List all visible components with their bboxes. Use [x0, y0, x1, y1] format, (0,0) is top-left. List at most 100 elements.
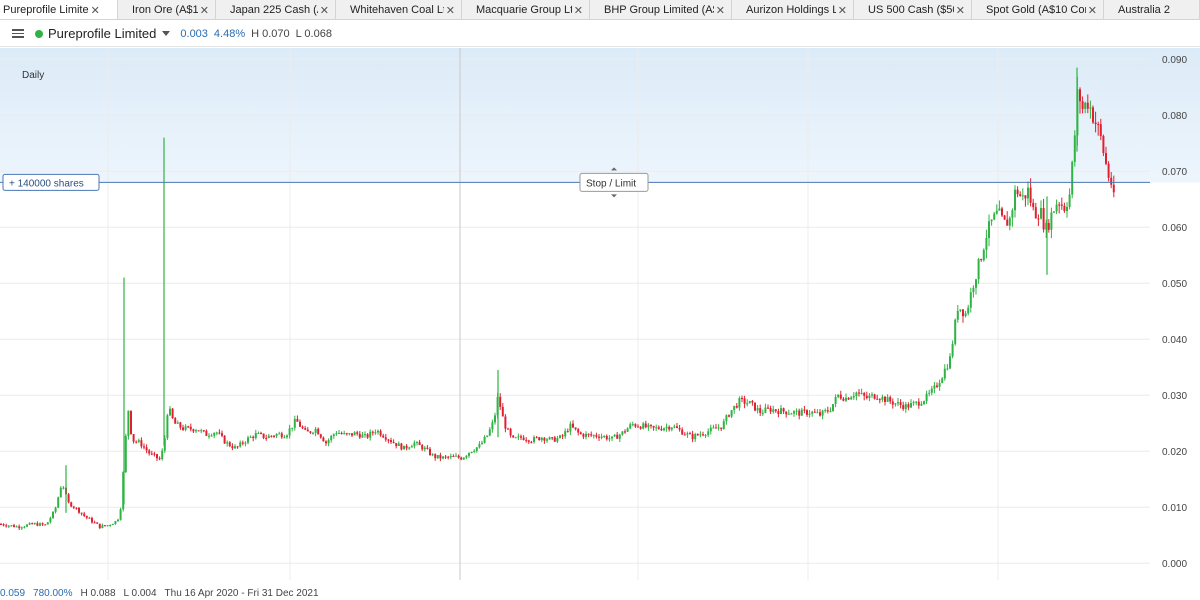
candle-body	[293, 418, 296, 428]
candle-body	[270, 435, 273, 437]
candle-body	[124, 435, 127, 473]
candle-body	[239, 442, 242, 447]
candle-body	[951, 343, 954, 357]
close-icon[interactable]: ✕	[446, 4, 455, 17]
tab-6[interactable]: Aurizon Holdings L ✕	[732, 0, 854, 19]
candle-body	[1042, 208, 1045, 230]
candle-body	[946, 368, 949, 370]
candle-body	[605, 435, 608, 440]
candle-body	[837, 394, 840, 397]
order-label[interactable]: + 140000 shares	[2, 173, 100, 191]
tab-label: Japan 225 Cash (A$	[230, 4, 318, 16]
candle-body	[738, 397, 741, 408]
candle-body	[150, 453, 153, 455]
footer-pct: 780.00%	[33, 587, 73, 599]
menu-icon[interactable]	[12, 29, 24, 38]
price-chart[interactable]: 0.090 0.080 0.070 0.060 0.050 0.040 0.030 0.020…	[0, 48, 1200, 580]
candle-body	[59, 487, 62, 498]
candle-body	[179, 422, 182, 428]
candle-body	[543, 437, 546, 441]
candle-body	[912, 402, 915, 404]
candle-body	[1081, 101, 1084, 109]
tab-2[interactable]: Japan 225 Cash (A$✕	[216, 0, 336, 19]
candle-body	[803, 409, 806, 411]
arrow-down-icon[interactable]	[611, 194, 617, 198]
close-icon[interactable]: ✕	[320, 4, 329, 17]
chart-area[interactable]: 0.090 0.080 0.070 0.060 0.050 0.040 0.030 0.020…	[0, 48, 1200, 580]
candle-body	[135, 441, 138, 443]
tab-9[interactable]: Australia 2	[1104, 0, 1200, 19]
candle-body	[631, 424, 634, 426]
tab-7[interactable]: US 500 Cash ($50 ✕	[854, 0, 972, 19]
candle-body	[67, 494, 70, 503]
candle-body	[1066, 206, 1068, 212]
close-icon[interactable]: ✕	[716, 4, 725, 17]
candle-body	[304, 428, 307, 430]
candle-body	[127, 410, 130, 436]
candle-body	[1040, 208, 1042, 219]
candle-body	[507, 428, 509, 430]
candle-body	[213, 433, 216, 436]
close-icon[interactable]: ✕	[1088, 4, 1097, 17]
candle-body	[353, 432, 356, 436]
candle-body	[808, 413, 811, 415]
candle-body	[171, 408, 174, 419]
tab-label: Aurizon Holdings L	[746, 4, 836, 16]
candle-body	[577, 429, 580, 433]
candle-body	[291, 427, 294, 429]
tab-1[interactable]: Iron Ore (A$1 ✕	[118, 0, 216, 19]
candle-body	[785, 411, 788, 415]
candle-body	[473, 450, 476, 452]
candle-body	[748, 401, 751, 404]
tab-5[interactable]: BHP Group Limited (A$ ✕	[590, 0, 732, 19]
tab-3[interactable]: Whitehaven Coal Lt ✕	[336, 0, 462, 19]
candle-body	[657, 427, 660, 429]
candle-body	[348, 433, 351, 435]
candle-body	[455, 455, 457, 457]
candle-body	[954, 319, 957, 344]
candle-body	[514, 437, 517, 439]
candle-body	[486, 435, 489, 437]
chevron-down-icon[interactable]	[162, 31, 171, 36]
candle-body	[397, 443, 400, 446]
close-icon[interactable]: ✕	[574, 4, 583, 17]
candle-body	[761, 412, 764, 414]
candle-body	[44, 524, 47, 526]
close-icon[interactable]: ✕	[956, 4, 965, 17]
tab-0[interactable]: Pureprofile Limite ✕	[0, 0, 118, 19]
candle-body	[878, 399, 881, 401]
candle-body	[262, 433, 265, 438]
candle-body	[273, 435, 275, 437]
candle-body	[774, 409, 777, 412]
candle-body	[457, 455, 460, 458]
candle-body	[28, 523, 31, 525]
close-icon[interactable]: ✕	[200, 4, 209, 17]
candle-body	[0, 524, 2, 525]
instrument-name[interactable]: Pureprofile Limited	[48, 26, 156, 41]
candle-body	[158, 458, 161, 460]
candle-body	[1084, 102, 1087, 109]
candle-body	[530, 441, 533, 443]
candle-body	[569, 423, 572, 432]
candle-body	[598, 436, 600, 438]
candle-body	[652, 426, 655, 428]
candle-body	[358, 433, 361, 438]
candle-body	[751, 401, 754, 403]
candle-body	[75, 507, 78, 509]
candle-body	[704, 434, 707, 436]
candle-body	[665, 426, 668, 429]
candle-body	[556, 438, 559, 442]
candle-body	[83, 513, 86, 516]
candle-body	[88, 517, 91, 519]
tab-4[interactable]: Macquarie Group Lt ✕	[462, 0, 590, 19]
tab-8[interactable]: Spot Gold (A$10 Contra✕	[972, 0, 1104, 19]
candle-body	[925, 393, 928, 402]
candle-body	[527, 440, 530, 442]
candle-body	[759, 408, 762, 413]
candle-body	[715, 427, 717, 429]
close-icon[interactable]: ✕	[838, 4, 847, 17]
candle-body	[741, 397, 743, 399]
close-icon[interactable]: ✕	[91, 4, 100, 17]
candle-body	[993, 213, 996, 220]
candle-body	[478, 444, 481, 448]
